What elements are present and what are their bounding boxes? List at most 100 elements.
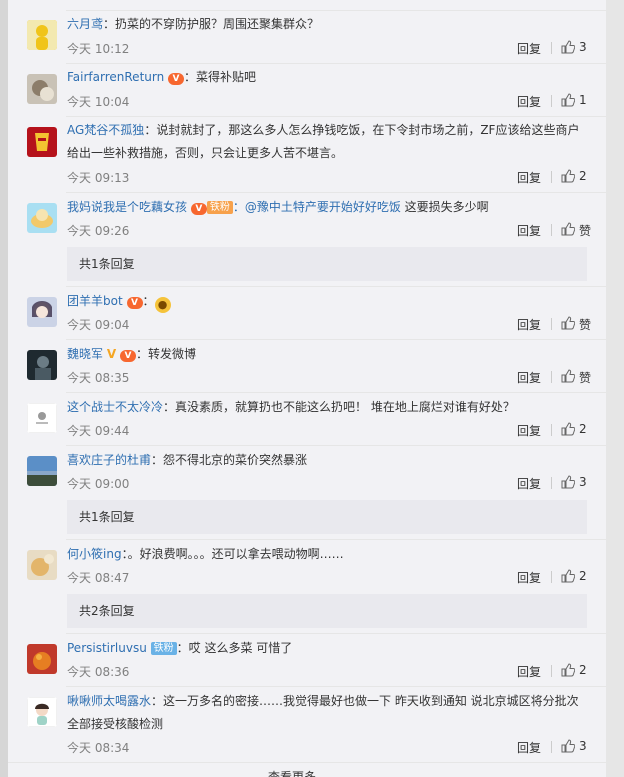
like-count[interactable]: 2 [579, 663, 587, 677]
reply-button[interactable]: 回复 [517, 663, 541, 680]
comment-text: Persistirluvsu 铁粉 ：哎 这么多菜 可惜了 [67, 641, 293, 655]
reply-button[interactable]: 回复 [517, 169, 541, 186]
username-link[interactable]: 这个战士不太冷冷 [67, 400, 163, 414]
like-count[interactable]: 赞 [579, 316, 591, 333]
username-link[interactable]: AG梵谷不孤独 [67, 123, 144, 137]
divider [551, 318, 552, 330]
like-count[interactable]: 2 [579, 422, 587, 436]
comment-text: 啾啾师太喝露水：这一万多名的密接……我觉得最好也做一下 昨天收到通知 说北京城区… [67, 694, 579, 731]
comment-panel: 六月鸢：扔菜的不穿防护服？周围还聚集群众？ 今天 10:12 回复 3 Fair… [8, 0, 606, 777]
comment-text: 我妈说我是个吃藕女孩 V 铁粉 ：@豫中土特产要开始好好吃饭 这要损失多少啊 [67, 200, 489, 215]
avatar[interactable] [27, 350, 57, 380]
reply-button[interactable]: 回复 [517, 316, 541, 333]
like-count[interactable]: 2 [579, 569, 587, 583]
avatar[interactable] [27, 697, 57, 727]
comment-text: AG梵谷不孤独：说封就封了，那这么多人怎么挣钱吃饭，在下令封市场之前，ZF应该给… [67, 123, 580, 160]
like-count[interactable]: 赞 [579, 369, 591, 386]
avatar[interactable] [27, 74, 57, 104]
scrollbar-track[interactable] [606, 0, 624, 777]
divider [66, 63, 606, 64]
reply-button[interactable]: 回复 [517, 93, 541, 110]
thumbs-up-icon[interactable] [561, 739, 575, 753]
reply-button[interactable]: 回复 [517, 40, 541, 57]
thumbs-up-icon[interactable] [561, 169, 575, 183]
reply-button[interactable]: 回复 [517, 422, 541, 439]
divider [551, 424, 552, 436]
thumbs-up-icon[interactable] [561, 569, 575, 583]
comment-time: 今天 08:34 [67, 741, 130, 755]
load-more-link[interactable]: 查看更多 [268, 768, 316, 777]
avatar[interactable] [27, 203, 57, 233]
divider [66, 10, 606, 11]
username-link[interactable]: 六月鸢 [67, 17, 103, 31]
divider [66, 392, 606, 393]
sub-replies-toggle[interactable]: 共2条回复 [67, 594, 587, 628]
sub-replies-toggle[interactable]: 共1条回复 [67, 500, 587, 534]
verified-icon: V [106, 347, 117, 361]
thumbs-up-icon[interactable] [561, 422, 575, 436]
username-link[interactable]: Persistirluvsu [67, 641, 147, 655]
sub-replies-toggle[interactable]: 共1条回复 [67, 247, 587, 281]
username-link[interactable]: 魏晓军 [67, 347, 103, 361]
divider [551, 665, 552, 677]
avatar[interactable] [27, 20, 57, 50]
comment-time: 今天 08:35 [67, 371, 130, 385]
thumbs-up-icon[interactable] [561, 475, 575, 489]
avatar[interactable] [27, 403, 57, 433]
comment-text: 六月鸢：扔菜的不穿防护服？周围还聚集群众？ [67, 17, 320, 31]
comment-time: 今天 10:04 [67, 95, 130, 109]
username-link[interactable]: 喜欢庄子的杜甫 [67, 453, 151, 467]
divider [8, 762, 606, 763]
comment-time: 今天 09:26 [67, 224, 130, 238]
vip-icon: V [190, 203, 207, 215]
thumbs-up-icon[interactable] [561, 40, 575, 54]
comment-time: 今天 08:36 [67, 665, 130, 679]
reply-button[interactable]: 回复 [517, 475, 541, 492]
username-link[interactable]: 我妈说我是个吃藕女孩 [67, 200, 187, 214]
divider [66, 116, 606, 117]
like-count[interactable]: 2 [579, 169, 587, 183]
divider [551, 571, 552, 583]
comment-time: 今天 09:13 [67, 171, 130, 185]
divider [551, 224, 552, 236]
avatar[interactable] [27, 456, 57, 486]
reply-button[interactable]: 回复 [517, 369, 541, 386]
vip-icon: V [119, 350, 136, 362]
username-link[interactable]: 团羊羊bot [67, 294, 123, 308]
doge-emoji-icon: ● [154, 297, 171, 313]
divider [66, 445, 606, 446]
reply-button[interactable]: 回复 [517, 569, 541, 586]
divider [551, 42, 552, 54]
avatar[interactable] [27, 644, 57, 674]
divider [551, 371, 552, 383]
thumbs-up-icon[interactable] [561, 663, 575, 677]
comment-text: 魏晓军 V V ：转发微博 [67, 347, 196, 362]
fan-badge: 铁粉 [206, 201, 233, 214]
mention-link[interactable]: ：@豫中土特产要开始好好吃饭 [233, 200, 401, 214]
divider [66, 686, 606, 687]
avatar[interactable] [27, 550, 57, 580]
thumbs-up-icon[interactable] [561, 222, 575, 236]
like-count[interactable]: 赞 [579, 222, 591, 239]
divider [551, 741, 552, 753]
thumbs-up-icon[interactable] [561, 316, 575, 330]
reply-button[interactable]: 回复 [517, 222, 541, 239]
comment-text: FairfarrenReturn V ：菜得补贴吧 [67, 70, 257, 85]
username-link[interactable]: FairfarrenReturn [67, 70, 164, 84]
like-count[interactable]: 3 [579, 40, 587, 54]
avatar[interactable] [27, 297, 57, 327]
avatar[interactable] [27, 127, 57, 157]
divider [66, 539, 606, 540]
like-count[interactable]: 3 [579, 475, 587, 489]
username-link[interactable]: 何小筱ing [67, 547, 122, 561]
reply-button[interactable]: 回复 [517, 739, 541, 756]
like-count[interactable]: 1 [579, 93, 587, 107]
fan-badge: 铁粉 [150, 642, 177, 655]
divider [66, 286, 606, 287]
thumbs-up-icon[interactable] [561, 369, 575, 383]
comment-time: 今天 08:47 [67, 571, 130, 585]
username-link[interactable]: 啾啾师太喝露水 [67, 694, 151, 708]
like-count[interactable]: 3 [579, 739, 587, 753]
thumbs-up-icon[interactable] [561, 93, 575, 107]
comment-text: 喜欢庄子的杜甫：怨不得北京的菜价突然暴涨 [67, 453, 308, 467]
